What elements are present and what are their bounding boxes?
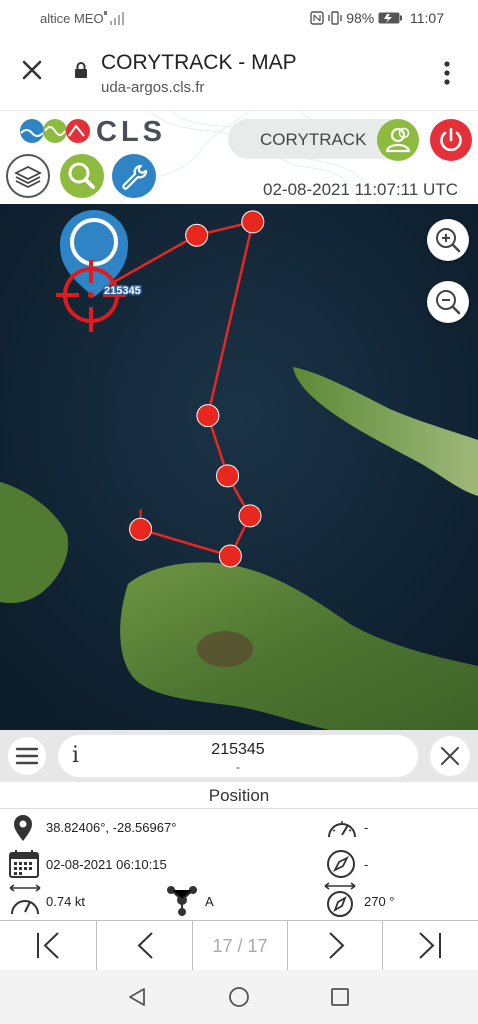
track-point[interactable] — [218, 544, 242, 568]
location-class: A — [205, 894, 214, 909]
track-point[interactable] — [196, 404, 220, 428]
heading-value: 270 ° — [364, 894, 395, 909]
power-icon — [440, 127, 462, 152]
app-header: CLS CORYTRACK 02-08-2021 11:07:11 UTC — [0, 110, 478, 204]
vibrate-icon — [328, 11, 342, 25]
track-point[interactable] — [241, 210, 265, 234]
position-date: 02-08-2021 06:10:15 — [46, 857, 167, 872]
page-url[interactable]: uda-argos.cls.fr — [101, 79, 204, 96]
chevron-right-icon — [329, 932, 345, 959]
recents-icon[interactable] — [330, 987, 350, 1007]
zoom-in-button[interactable] — [427, 219, 469, 261]
speedometer-icon — [328, 821, 356, 838]
beacon-sub: - — [236, 760, 240, 774]
chevron-left-icon — [137, 932, 153, 959]
back-icon[interactable] — [126, 986, 148, 1008]
marker-id-label: 215345 — [104, 285, 141, 297]
compass-value: - — [364, 857, 369, 872]
page-counter: 17 / 17 — [212, 936, 268, 956]
battery-icon — [378, 12, 403, 24]
nfc-icon — [310, 11, 325, 25]
current-datetime: 02-08-2021 11:07:11 UTC — [263, 180, 458, 199]
signal-icon — [104, 11, 124, 25]
first-page-icon — [37, 932, 59, 959]
close-icon[interactable] — [20, 58, 44, 82]
track-point[interactable] — [129, 517, 153, 541]
info-bar: i 215345 - — [0, 730, 478, 782]
zoom-out-button[interactable] — [427, 281, 469, 323]
network-class-icon — [167, 886, 197, 916]
search-icon — [68, 162, 95, 189]
clock: 11:07 — [410, 10, 444, 26]
user-icon — [385, 127, 411, 153]
info-pill[interactable]: i 215345 - — [58, 735, 418, 777]
page-title: CORYTRACK - MAP — [101, 51, 297, 74]
pico-volcano — [197, 631, 253, 667]
wrench-icon — [122, 164, 148, 190]
coordinates: 38.82406°, -28.56967° — [46, 820, 177, 835]
gauge-value: - — [364, 820, 369, 835]
location-pin-icon — [14, 815, 32, 841]
status-bar: altice MEO 98% 11:07 — [0, 0, 478, 36]
android-nav-bar — [0, 970, 478, 1024]
zoom-out-icon — [436, 290, 461, 315]
battery-percent: 98% — [346, 10, 375, 26]
map-view[interactable]: 215345 — [0, 204, 478, 730]
pagination-bar: 17 / 17 — [0, 920, 478, 970]
logout-button[interactable] — [430, 119, 472, 161]
hamburger-icon — [15, 747, 39, 765]
compass-icon — [327, 850, 355, 878]
status-right: 98% 11:07 — [310, 10, 444, 26]
next-page-button[interactable] — [287, 921, 383, 970]
calendar-icon — [9, 850, 39, 878]
user-name: CORYTRACK — [260, 130, 367, 149]
track-point[interactable] — [216, 464, 240, 488]
prev-page-button[interactable] — [97, 921, 193, 970]
position-details: Position 38.82406°, -28.56967° - 02-08-2… — [0, 782, 478, 920]
zoom-in-icon — [436, 228, 461, 253]
divider — [0, 808, 478, 809]
last-page-icon — [419, 932, 441, 959]
layers-icon — [13, 165, 43, 189]
track-point[interactable] — [238, 504, 262, 528]
last-page-button[interactable] — [383, 921, 478, 970]
menu-button[interactable] — [8, 737, 46, 775]
layers-button[interactable] — [6, 154, 50, 198]
logo-text: CLS — [96, 116, 166, 148]
track-point[interactable] — [185, 223, 209, 247]
heading-compass-icon — [324, 882, 356, 917]
settings-button[interactable] — [112, 154, 156, 198]
first-page-button[interactable] — [0, 921, 97, 970]
map-canvas[interactable]: 215345 — [0, 204, 478, 730]
carrier-label: altice MEO — [40, 11, 104, 26]
close-panel-button[interactable] — [430, 736, 470, 776]
speed-arrow-icon — [9, 884, 41, 915]
speed-value: 0.74 kt — [46, 894, 86, 909]
lock-icon — [75, 62, 87, 78]
search-button[interactable] — [60, 154, 104, 198]
position-heading: Position — [208, 786, 270, 805]
home-icon[interactable] — [228, 986, 250, 1008]
close-icon — [441, 747, 459, 765]
browser-toolbar: CORYTRACK - MAP uda-argos.cls.fr — [0, 36, 478, 110]
cls-logo: CLS — [18, 116, 178, 152]
user-button[interactable] — [377, 119, 419, 161]
beacon-id: 215345 — [211, 741, 265, 758]
kebab-menu-icon[interactable] — [441, 60, 453, 86]
